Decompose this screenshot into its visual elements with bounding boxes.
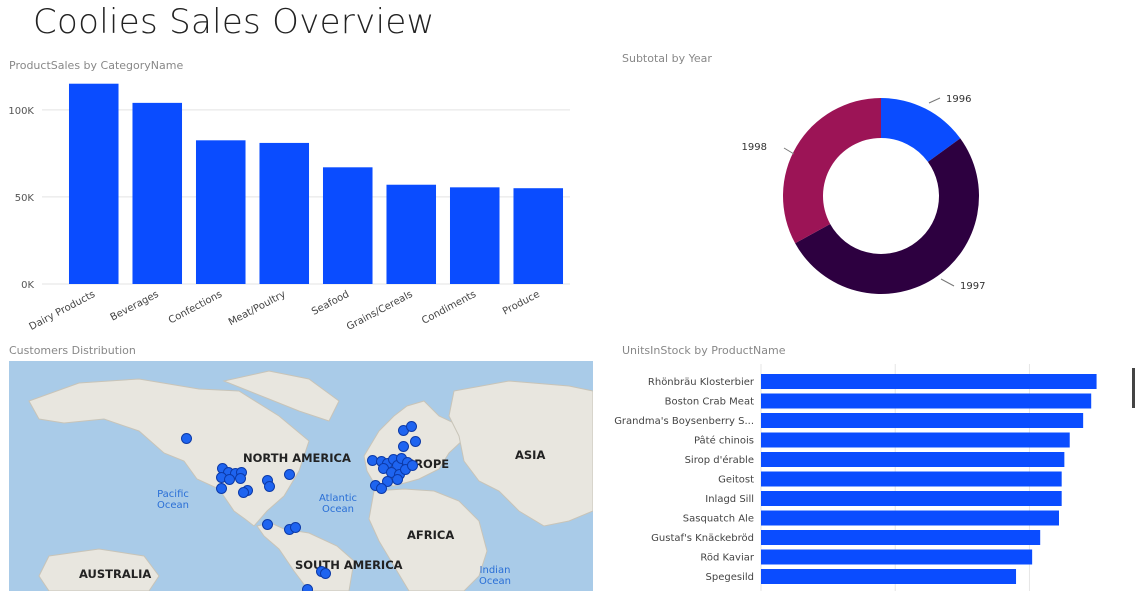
product-label: Rhönbräu Klosterbier — [648, 377, 755, 388]
page-title: Coolies Sales Overview — [33, 2, 435, 42]
label-north-america: NORTH AMERICA — [243, 451, 351, 465]
customer-location-marker[interactable] — [406, 421, 417, 432]
product-label: Sirop d'érable — [685, 454, 754, 466]
product-label: Gustaf's Knäckebröd — [651, 533, 754, 544]
category-label: Meat/Poultry — [227, 289, 288, 328]
customer-location-marker[interactable] — [262, 519, 273, 530]
product-label: Boston Crab Meat — [665, 397, 754, 408]
hbar[interactable] — [761, 432, 1070, 448]
units-in-stock-title: UnitsInStock by ProductName — [622, 344, 786, 357]
slice-label: 1996 — [946, 94, 971, 105]
units-in-stock-chart[interactable]: Rhönbräu Klosterbier Boston Crab Meat Gran… — [600, 364, 1125, 591]
label-australia: AUSTRALIA — [79, 567, 152, 581]
customer-location-marker[interactable] — [181, 433, 192, 444]
hbar[interactable] — [761, 413, 1084, 428]
subtotal-by-year-title: Subtotal by Year — [622, 52, 712, 65]
customer-location-marker[interactable] — [320, 568, 331, 579]
category-label: Condiments — [420, 289, 478, 327]
hbar[interactable] — [761, 491, 1062, 506]
hbar[interactable] — [761, 452, 1065, 467]
map-land — [28, 370, 593, 591]
hbar[interactable] — [761, 510, 1059, 526]
bar[interactable] — [132, 102, 183, 284]
customers-map[interactable]: NORTH AMERICA EUROPE ASIA AFRICA SOUTH A… — [9, 361, 593, 591]
bar[interactable] — [195, 140, 246, 284]
category-label: Confections — [167, 289, 224, 326]
label-asia: ASIA — [515, 448, 546, 462]
customer-location-marker[interactable] — [407, 460, 418, 471]
hbar[interactable] — [761, 569, 1017, 584]
slice-label: 1997 — [960, 281, 985, 292]
customer-location-marker[interactable] — [398, 441, 409, 452]
customer-location-marker[interactable] — [238, 487, 249, 498]
category-label: Beverages — [109, 289, 161, 324]
product-label: Geitost — [718, 475, 754, 486]
product-sales-title: ProductSales by CategoryName — [9, 59, 184, 72]
leader-line — [928, 97, 941, 104]
category-label: Produce — [501, 289, 542, 318]
product-label: Spegesild — [706, 572, 754, 583]
y-tick-label: 50K — [15, 193, 35, 204]
product-label: Grandma's Boysenberry S... — [614, 416, 754, 427]
y-tick-label: 0K — [21, 280, 34, 291]
subtotal-by-year-chart[interactable]: 1996 1997 1998 — [700, 75, 1000, 315]
hbar[interactable] — [761, 471, 1062, 487]
bar[interactable] — [322, 167, 373, 284]
customer-location-marker[interactable] — [392, 474, 403, 485]
hbar[interactable] — [761, 374, 1097, 389]
customer-location-marker[interactable] — [284, 469, 295, 480]
y-tick-label: 100K — [8, 106, 34, 117]
customer-location-marker[interactable] — [376, 483, 387, 494]
product-label: Pâté chinois — [694, 435, 754, 447]
hbar[interactable] — [761, 549, 1033, 565]
donut-slice[interactable] — [783, 98, 881, 244]
bar[interactable] — [513, 188, 564, 284]
label-atlantic-ocean: Atlantic Ocean — [319, 493, 358, 515]
label-africa: AFRICA — [407, 528, 455, 542]
product-label: Röd Kaviar — [700, 553, 754, 564]
category-label: Dairy Products — [28, 289, 98, 330]
slice-label: 1998 — [742, 142, 767, 153]
bar[interactable] — [449, 187, 500, 284]
customers-distribution-title: Customers Distribution — [9, 344, 136, 357]
product-label: Inlagd Sill — [705, 494, 754, 505]
leader-line — [783, 147, 795, 155]
product-sales-chart[interactable]: 0K 50K 100K Dairy Products Beverages Confecti… — [0, 75, 590, 330]
label-indian-ocean: Indian Ocean — [479, 565, 511, 587]
customer-location-marker[interactable] — [216, 483, 227, 494]
customer-location-marker[interactable] — [224, 474, 235, 485]
hbar[interactable] — [761, 393, 1092, 409]
product-label: Sasquatch Ale — [683, 514, 754, 525]
customer-location-marker[interactable] — [264, 481, 275, 492]
label-south-america: SOUTH AMERICA — [295, 558, 403, 572]
leader-line — [940, 278, 955, 287]
customer-location-marker[interactable] — [410, 436, 421, 447]
category-label: Seafood — [310, 289, 351, 318]
bar[interactable] — [68, 83, 119, 284]
label-pacific-ocean: Pacific Ocean — [157, 489, 189, 511]
customer-location-marker[interactable] — [290, 522, 301, 533]
customer-location-marker[interactable] — [235, 473, 246, 484]
customer-location-marker[interactable] — [302, 584, 313, 591]
hbar[interactable] — [761, 530, 1041, 545]
bar[interactable] — [259, 142, 310, 284]
bar[interactable] — [386, 184, 437, 284]
category-label: Grains/Cereals — [345, 289, 415, 330]
